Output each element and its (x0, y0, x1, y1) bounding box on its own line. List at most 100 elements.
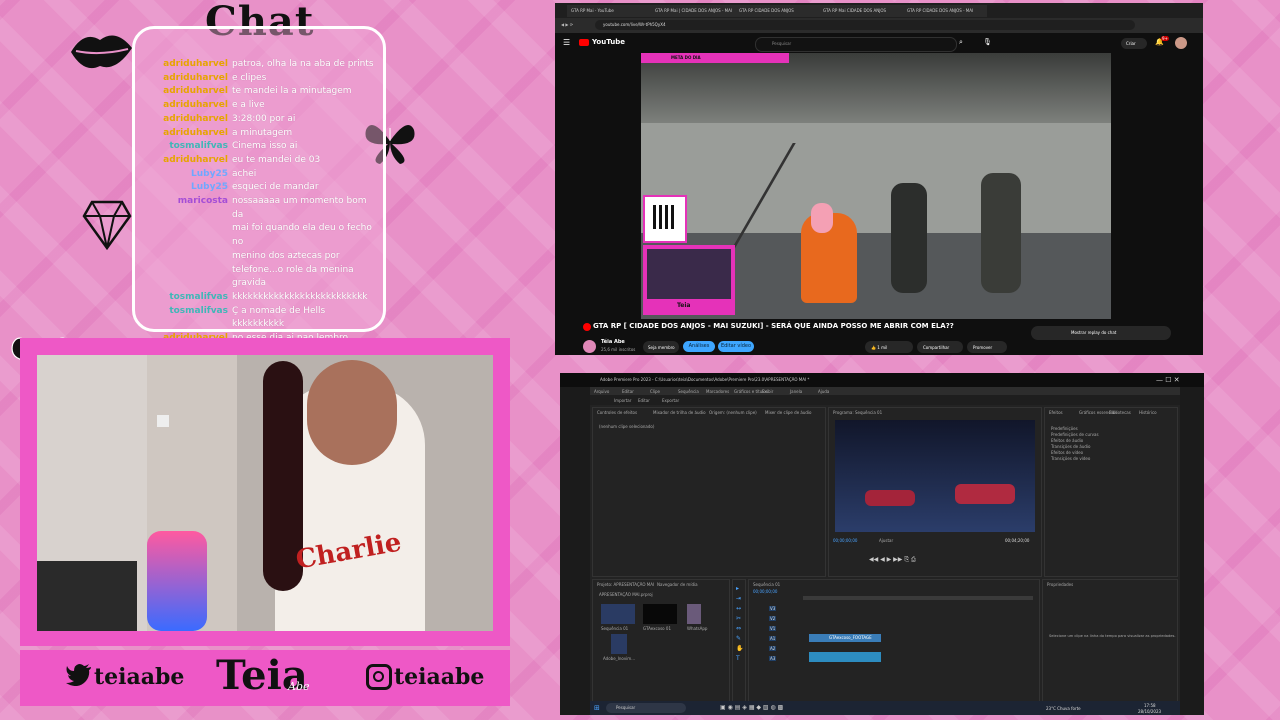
chat-message: adriduharvel te mandei la a minutagem (140, 85, 380, 99)
project-clip[interactable]: GTAexcoso 01 (643, 626, 671, 631)
program-preview[interactable] (835, 420, 1035, 532)
channel-name[interactable]: Téia Abe (601, 339, 625, 345)
taskbar-apps-icon[interactable]: ▣ ◉ ▤ ◈ ▦ ◆ ▧ ◍ ▩ (720, 704, 783, 711)
chat-username[interactable]: tosmalifvas (140, 291, 232, 305)
chat-username[interactable]: adriduharvel (140, 154, 232, 168)
source-panel: Controles de efeitos Mixador de trilha de… (592, 407, 826, 577)
menu-item[interactable]: Exibir (762, 389, 773, 394)
chat-replay-button[interactable]: Mostrar replay do chat (1031, 326, 1171, 340)
back-icon[interactable]: ◀ ▶ ⟳ (561, 22, 573, 27)
source-tab[interactable]: Mixador de trilha de áudio (653, 410, 706, 415)
chat-username[interactable]: Luby25 (140, 168, 232, 182)
chat-username[interactable] (140, 222, 232, 249)
share-button[interactable]: Compartilhar (917, 341, 963, 353)
project-clip[interactable]: Sequência 01 (601, 626, 628, 631)
chat-username[interactable]: adriduharvel (140, 85, 232, 99)
audio-clip[interactable] (809, 652, 881, 662)
search-input[interactable]: Pesquisar (755, 37, 957, 52)
chat-username[interactable]: tosmalifvas (140, 305, 232, 332)
twitter-handle: teiaabe (94, 664, 185, 690)
channel-avatar[interactable] (583, 340, 596, 353)
playback-controls-icon[interactable]: ◀◀ ◀ ▶ ▶▶ ⎘ ⎙ (869, 556, 916, 564)
window-controls-icon[interactable]: — ☐ ✕ (1156, 376, 1180, 384)
url-field[interactable]: youtube.com/live/Wr-tPh5QyX4 (603, 22, 665, 27)
chat-username[interactable]: tosmalifvas (140, 140, 232, 154)
edit-video-button[interactable]: Editar vídeo (718, 341, 754, 352)
source-tab[interactable]: Mixer de clipe de áudio (765, 410, 812, 415)
menu-item[interactable]: Sequência (678, 389, 699, 394)
tools-panel: ▸ ⇥ ↔ ✂ ⇔ ✎ ✋ T (732, 579, 746, 711)
clock-time: 17:58 (1144, 703, 1156, 708)
chat-username[interactable]: adriduharvel (140, 127, 232, 141)
menu-item[interactable]: Marcadores (706, 389, 729, 394)
qr-code (643, 195, 687, 243)
track-header[interactable]: A3 (769, 656, 777, 661)
mic-icon[interactable]: 🎙 (983, 38, 992, 46)
track-header[interactable]: V2 (769, 616, 777, 621)
youtube-logo-icon[interactable] (579, 39, 589, 46)
video-player[interactable]: META DO DIA Teia (641, 53, 1111, 319)
chat-username[interactable]: adriduharvel (140, 58, 232, 72)
track-header[interactable]: V3 (769, 606, 777, 611)
windows-start-icon[interactable]: ⊞ (594, 704, 600, 712)
chat-message: tosmalifvas kkkkkkkkkkkkkkkkkkkkkkkkkk (140, 291, 380, 305)
selection-tool-icon[interactable]: ▸ ⇥ ↔ ✂ ⇔ ✎ ✋ T (736, 584, 743, 664)
menu-item[interactable]: Janela (790, 389, 802, 394)
source-tab[interactable]: Origem: (nenhum clipe) (709, 410, 757, 415)
browser-tab[interactable]: GTA RP Mai CIDADE DOS ANJOS (819, 5, 903, 17)
track-header[interactable]: V1 (769, 626, 777, 631)
create-button[interactable]: Criar (1121, 38, 1147, 49)
like-button[interactable]: 👍 1 mil (865, 341, 913, 353)
menu-item[interactable]: Clipe (650, 389, 660, 394)
menu-item[interactable]: Editar (622, 389, 634, 394)
track-header[interactable]: A1 (769, 636, 777, 641)
menu-item[interactable]: Arquivo (594, 389, 609, 394)
promote-button[interactable]: Promover (967, 341, 1007, 353)
chat-username[interactable]: Luby25 (140, 181, 232, 195)
channel-subs: 25,6 mil inscritos (601, 347, 636, 352)
chat-username[interactable] (140, 264, 232, 291)
browser-tab[interactable]: GTA RP Mai | CIDADE DOS ANJOS - MAI (651, 5, 735, 17)
chat-message: Luby25 achei (140, 168, 380, 182)
chat-text: 3:28:00 por ai (232, 113, 296, 124)
effects-tab[interactable]: Efeitos (1049, 410, 1063, 415)
source-tab[interactable]: Controles de efeitos (597, 410, 637, 415)
chat-username[interactable] (140, 250, 232, 264)
workspace-tab[interactable]: Importar (614, 398, 631, 403)
chat-message: mai foi quando ela deu o fecho no (140, 222, 380, 249)
workspace-tab[interactable]: Exportar (662, 398, 679, 403)
effects-tab[interactable]: Bibliotecas (1109, 410, 1131, 415)
instagram-icon (366, 664, 392, 690)
browser-tab[interactable]: GTA RP CIDADE DOS ANJOS (735, 5, 819, 17)
youtube-logo[interactable]: YouTube (592, 38, 625, 46)
chat-text: mai foi quando ela deu o fecho no (232, 223, 372, 248)
chat-username[interactable]: maricosta (140, 195, 232, 222)
browser-tab[interactable]: GTA RP Mai - YouTube (567, 5, 651, 17)
workspace-tab[interactable]: Editar (638, 398, 650, 403)
browser-tab[interactable]: GTA RP CIDADE DOS ANJOS - MAI (903, 5, 987, 17)
chat-message: Luby25 esqueci de mandar (140, 181, 380, 195)
timeline-clip[interactable]: GTAexcoso_FOOTAGE (809, 634, 881, 642)
search-icon[interactable]: ⌕ (959, 38, 963, 47)
join-button[interactable]: Seja membro (643, 341, 679, 353)
effects-folder[interactable]: Transições de vídeo (1051, 456, 1099, 462)
chat-username[interactable]: adriduharvel (140, 99, 232, 113)
project-clip[interactable]: WhatsApp (687, 626, 707, 631)
project-panel: Projeto: APRESENTAÇÃO MAI Navegador de m… (592, 579, 730, 711)
chat-text: nossaaaaa um momento bom da (232, 196, 367, 220)
analytics-button[interactable]: Análises (683, 341, 715, 352)
no-clip-label: (nenhum clipe selecionado) (599, 424, 655, 429)
social-bar: teiaabe Teia Abe teiaabe (20, 650, 510, 706)
project-clip[interactable]: Adobe_Inovim... (603, 656, 635, 661)
brand-logo-sub: Abe (288, 680, 310, 693)
chat-username[interactable]: adriduharvel (140, 113, 232, 127)
effects-panel: Efeitos Gráficos essenciais Bibliotecas His… (1044, 407, 1178, 577)
chat-username[interactable]: adriduharvel (140, 72, 232, 86)
chat-text: achei (232, 168, 257, 179)
avatar[interactable] (1175, 37, 1187, 49)
taskbar-search[interactable]: Pesquisar (606, 703, 686, 713)
track-header[interactable]: A2 (769, 646, 777, 651)
effects-tab[interactable]: Histórico (1139, 410, 1157, 415)
menu-item[interactable]: Ajuda (818, 389, 829, 394)
menu-icon[interactable]: ☰ (563, 38, 570, 47)
